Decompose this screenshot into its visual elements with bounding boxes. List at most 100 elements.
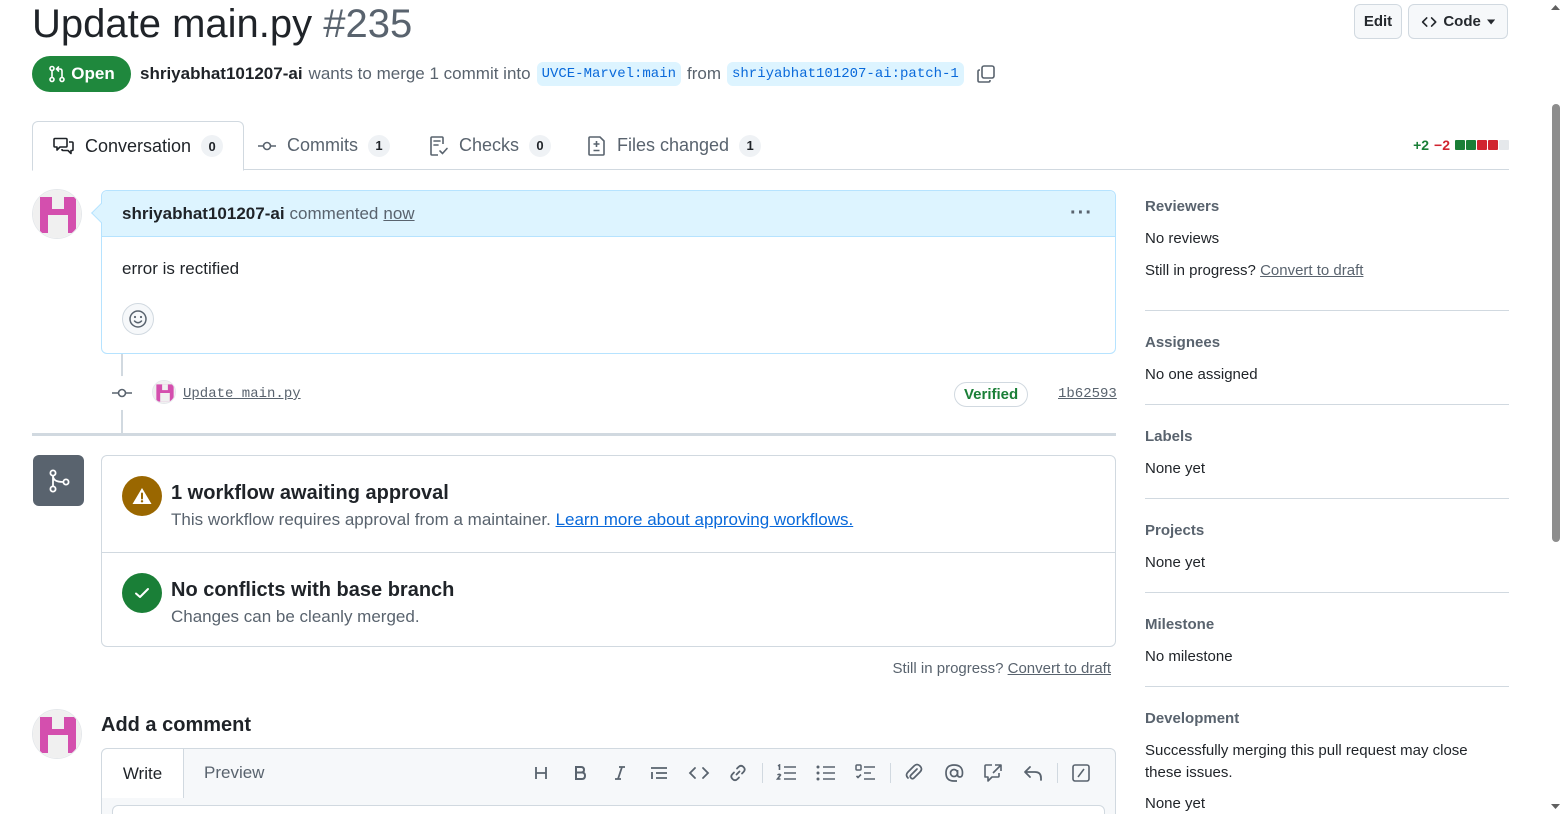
kebab-horizontal-icon[interactable]: ···	[1070, 202, 1093, 225]
code-icon	[1421, 16, 1437, 27]
workflow-approval-row: 1 workflow awaiting approval This workfl…	[102, 456, 1115, 552]
copy-branch-button[interactable]	[976, 64, 996, 84]
commit-author-avatar[interactable]	[152, 380, 176, 404]
edit-button[interactable]: Edit	[1354, 4, 1402, 39]
edit-button-label: Edit	[1363, 13, 1393, 30]
diffstat-deletions: −2	[1434, 137, 1450, 153]
quote-icon[interactable]	[640, 762, 680, 784]
comment-textarea[interactable]	[112, 805, 1105, 814]
tab-files-changed-label: Files changed	[617, 135, 730, 155]
tab-checks[interactable]: Checks 0	[429, 121, 552, 170]
diffstat: +2 −2	[1413, 137, 1509, 153]
pr-merge-text: wants to merge 1 commit into	[308, 64, 531, 83]
pr-number: #235	[323, 2, 413, 46]
comment-author[interactable]: shriyabhat101207-ai	[122, 204, 285, 224]
markdown-toolbar	[521, 762, 1101, 784]
code-icon[interactable]	[679, 762, 719, 784]
sidebar-assignees: Assignees No one assigned	[1145, 311, 1509, 405]
diffstat-blocks	[1455, 140, 1509, 150]
code-button[interactable]: Code	[1408, 4, 1508, 39]
italic-icon[interactable]	[600, 762, 640, 784]
sidebar-development: Development Successfully merging this pu…	[1145, 687, 1509, 814]
learn-more-link[interactable]: Learn more about approving workflows.	[556, 510, 854, 529]
pr-title-text: Update main.py	[32, 2, 313, 46]
conflicts-title: No conflicts with base branch	[171, 579, 455, 601]
git-commit-icon	[105, 376, 139, 410]
pr-description-comment: shriyabhat101207-ai commented now ··· er…	[91, 190, 1116, 354]
comment-discussion-icon	[53, 137, 74, 155]
cross-reference-icon[interactable]	[974, 762, 1014, 784]
pr-state-label: Open	[71, 64, 115, 83]
write-tab[interactable]: Write	[102, 749, 184, 798]
scroll-up-arrow-icon[interactable]	[1548, 2, 1563, 12]
avatar[interactable]	[32, 709, 82, 759]
unordered-list-icon[interactable]	[807, 762, 847, 784]
paperclip-icon[interactable]	[895, 762, 935, 784]
ordered-list-icon[interactable]	[767, 762, 807, 784]
git-pull-request-icon	[49, 65, 66, 83]
merge-status-box: 1 workflow awaiting approval This workfl…	[101, 455, 1116, 647]
check-icon	[122, 573, 162, 613]
verified-badge[interactable]: Verified	[954, 382, 1029, 407]
heading-icon[interactable]	[521, 762, 561, 784]
toolbar-divider	[762, 763, 763, 783]
add-comment-title: Add a comment	[101, 714, 252, 736]
slash-commands-icon[interactable]	[1062, 762, 1102, 784]
base-branch-label[interactable]: UVCE-Marvel:main	[536, 62, 681, 86]
avatar[interactable]	[32, 189, 82, 239]
scrollbar-thumb[interactable]	[1552, 104, 1560, 542]
tab-checks-count: 0	[529, 134, 552, 157]
commit-sha-link[interactable]: 1b62593	[1058, 386, 1117, 402]
reply-icon[interactable]	[1013, 762, 1053, 784]
pr-state-badge: Open	[32, 56, 131, 92]
development-issues: None yet	[1145, 795, 1206, 812]
projects-heading[interactable]: Projects	[1145, 522, 1204, 539]
commit-message-link[interactable]: Update main.py	[183, 386, 301, 402]
pr-tabs: Conversation 0 Commits 1 Checks 0 Files …	[32, 121, 1509, 171]
tasklist-icon[interactable]	[846, 762, 886, 784]
toolbar-divider	[1056, 763, 1058, 783]
preview-tab[interactable]: Preview	[204, 749, 264, 797]
add-reaction-button[interactable]	[122, 303, 154, 335]
workflow-approval-text: This workflow requires approval from a m…	[171, 510, 853, 530]
bold-icon[interactable]	[561, 762, 601, 784]
page-scrollbar[interactable]	[1548, 0, 1563, 814]
copy-icon	[977, 65, 995, 83]
link-icon[interactable]	[719, 762, 759, 784]
tab-commits-label: Commits	[287, 135, 358, 155]
head-branch-label[interactable]: shriyabhat101207-ai:patch-1	[727, 62, 964, 86]
convert-to-draft-link[interactable]: Convert to draft	[1008, 660, 1111, 677]
development-heading[interactable]: Development	[1145, 710, 1239, 727]
draft-prompt-text: Still in progress?	[892, 660, 1004, 677]
sidebar-convert-to-draft-link[interactable]: Convert to draft	[1260, 262, 1363, 279]
sidebar-milestone: Milestone No milestone	[1145, 593, 1509, 687]
sidebar: Reviewers No reviews Still in progress? …	[1145, 190, 1509, 814]
scroll-down-arrow-icon[interactable]	[1548, 802, 1563, 812]
reviewers-draft: Still in progress? Convert to draft	[1145, 262, 1363, 279]
sidebar-projects: Projects None yet	[1145, 499, 1509, 593]
workflow-approval-title: 1 workflow awaiting approval	[171, 482, 449, 504]
mention-icon[interactable]	[934, 762, 974, 784]
conflicts-row: No conflicts with base branch Changes ca…	[102, 552, 1115, 648]
tab-conversation[interactable]: Conversation 0	[32, 121, 245, 171]
pr-meta: shriyabhat101207-ai wants to merge 1 com…	[140, 62, 996, 86]
reviewers-heading[interactable]: Reviewers	[1145, 198, 1219, 215]
milestone-heading[interactable]: Milestone	[1145, 616, 1214, 633]
pr-title: Update main.py #235	[32, 2, 412, 47]
pr-author-link[interactable]: shriyabhat101207-ai	[140, 64, 303, 84]
file-diff-icon	[588, 135, 605, 156]
milestone-value: No milestone	[1145, 648, 1233, 665]
tab-commits[interactable]: Commits 1	[257, 121, 390, 170]
diffstat-block-add	[1466, 140, 1476, 150]
conflicts-text: Changes can be cleanly merged.	[171, 607, 420, 626]
comment-timestamp[interactable]: now	[383, 204, 414, 224]
reviewers-draft-prompt: Still in progress?	[1145, 262, 1256, 279]
labels-value: None yet	[1145, 460, 1206, 477]
labels-heading[interactable]: Labels	[1145, 428, 1193, 445]
assignees-heading[interactable]: Assignees	[1145, 334, 1220, 351]
tab-files-changed[interactable]: Files changed 1	[587, 121, 762, 170]
comment-body: error is rectified	[122, 259, 240, 278]
identicon-icon	[33, 190, 81, 238]
tab-files-changed-count: 1	[739, 134, 762, 157]
comment-action: commented	[289, 203, 379, 223]
